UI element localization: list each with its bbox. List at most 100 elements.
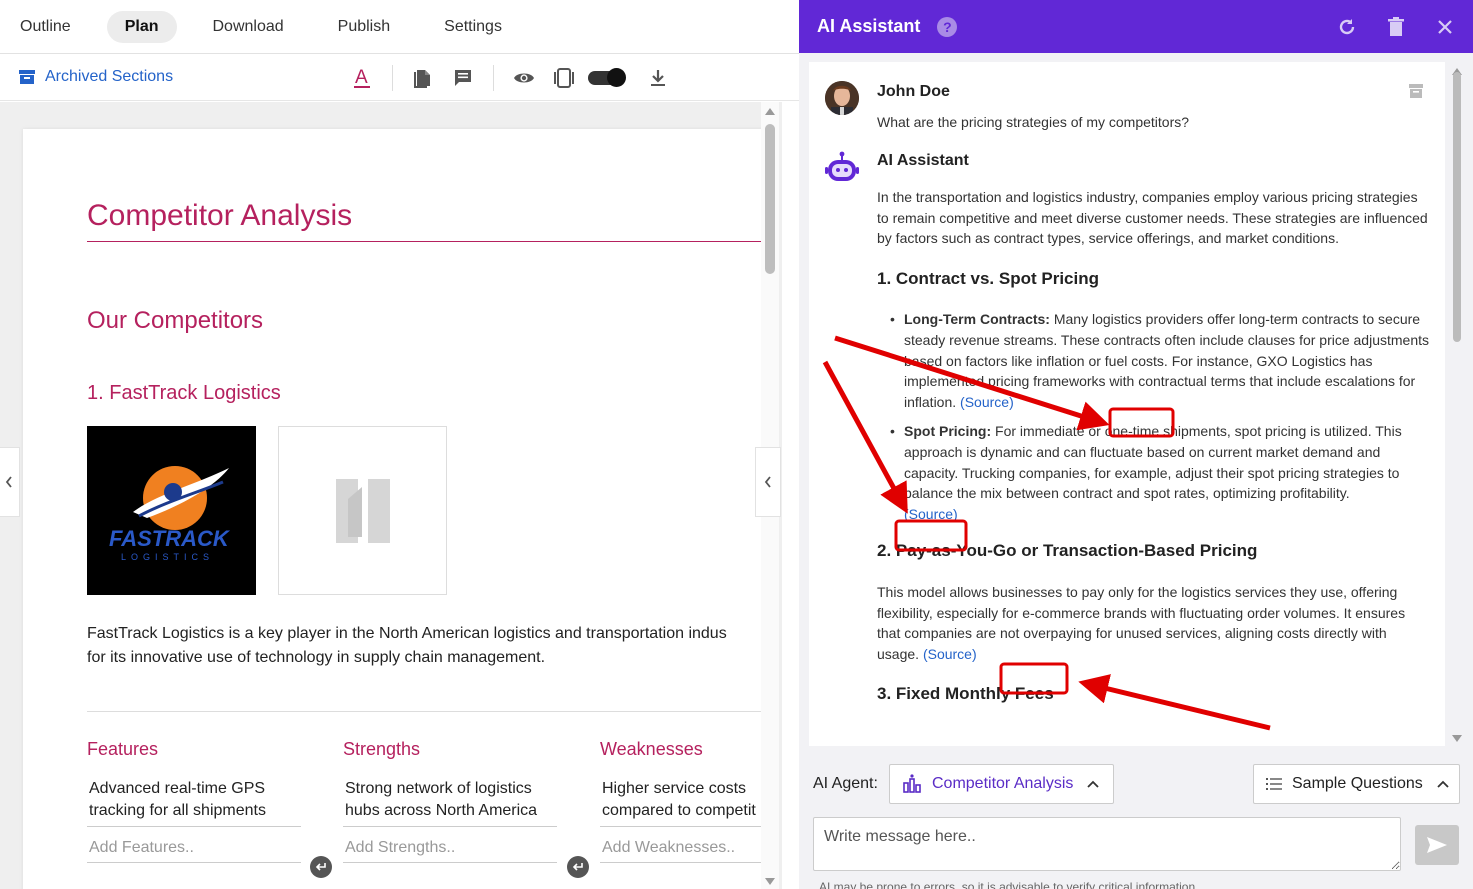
- document-icon[interactable]: [409, 64, 437, 92]
- features-column: Features Advanced real-time GPS tracking…: [87, 739, 301, 863]
- feature-item-line: tracking for all shipments: [89, 802, 266, 819]
- editor-pane: Outline Plan Download Publish Settings A…: [0, 0, 799, 889]
- sample-questions-label: Sample Questions: [1292, 775, 1423, 792]
- editor-toolbar: Archived Sections A: [0, 54, 799, 101]
- delete-icon[interactable]: [1384, 15, 1408, 39]
- chevron-up-icon: [1437, 780, 1449, 788]
- tab-download[interactable]: Download: [195, 11, 302, 43]
- enter-icon: [315, 863, 326, 871]
- page-layout-icon[interactable]: [550, 64, 578, 92]
- assistant-header: AI Assistant ?: [799, 0, 1473, 53]
- tab-plan[interactable]: Plan: [106, 10, 177, 43]
- message-input[interactable]: [813, 817, 1401, 871]
- scroll-down-arrow[interactable]: [765, 878, 775, 885]
- source-link[interactable]: (Source): [904, 506, 958, 522]
- document-workspace: Competitor Analysis Our Competitors 1. F…: [0, 102, 782, 889]
- enter-icon: [572, 863, 583, 871]
- add-features-input[interactable]: Add Features..: [87, 839, 301, 863]
- agent-value: Competitor Analysis: [932, 775, 1074, 792]
- view-toggle[interactable]: [588, 67, 626, 87]
- download-icon[interactable]: [644, 64, 672, 92]
- avatar: [825, 81, 859, 115]
- answer-heading-1: 1. Contract vs. Spot Pricing: [877, 268, 1099, 288]
- strength-item-line: hubs across North America: [345, 802, 538, 819]
- archive-message-icon[interactable]: [1409, 84, 1423, 103]
- user-question: What are the pricing strategies of my co…: [877, 114, 1190, 130]
- features-heading: Features: [87, 739, 159, 759]
- competitor-heading[interactable]: 1. FastTrack Logistics: [87, 382, 281, 405]
- weakness-item-line: compared to competit: [602, 802, 756, 819]
- chevron-up-icon: [1087, 780, 1100, 788]
- answer-intro: In the transportation and logistics indu…: [877, 189, 1428, 247]
- chat-scrollbar[interactable]: [1450, 62, 1464, 746]
- text-color-icon[interactable]: A: [348, 64, 376, 92]
- sample-questions-button[interactable]: Sample Questions: [1253, 764, 1460, 804]
- weakness-item[interactable]: Higher service costs compared to competi…: [600, 778, 773, 827]
- agent-select[interactable]: Competitor Analysis: [889, 764, 1114, 804]
- document-page: Competitor Analysis Our Competitors 1. F…: [23, 129, 773, 889]
- eye-icon[interactable]: [510, 64, 538, 92]
- toolbar-divider: [493, 64, 494, 91]
- archive-icon: [19, 70, 35, 84]
- tab-settings[interactable]: Settings: [426, 11, 520, 43]
- add-feature-button[interactable]: [310, 856, 332, 878]
- chevron-left-icon: [5, 476, 12, 488]
- toolbar-icons: A: [348, 54, 672, 101]
- header-actions: [1310, 0, 1457, 53]
- description-line: for its innovative use of technology in …: [87, 649, 546, 666]
- assistant-answer: In the transportation and logistics indu…: [877, 187, 1432, 725]
- bullet-label: Spot Pricing:: [904, 423, 992, 440]
- comment-icon[interactable]: [449, 64, 477, 92]
- feature-item-line: Advanced real-time GPS: [89, 780, 266, 797]
- image-placeholder-icon: [335, 478, 390, 543]
- section-divider: [87, 711, 761, 712]
- bot-avatar-icon: [825, 151, 859, 188]
- top-nav: Outline Plan Download Publish Settings: [0, 0, 799, 54]
- archived-sections-link[interactable]: Archived Sections: [19, 68, 173, 86]
- page-title[interactable]: Competitor Analysis: [87, 199, 761, 242]
- tab-publish[interactable]: Publish: [320, 11, 408, 43]
- scroll-up-arrow[interactable]: [765, 108, 775, 115]
- agent-icon: [903, 774, 921, 793]
- collapse-assistant-button[interactable]: [755, 447, 781, 517]
- agent-label: AI Agent:: [813, 775, 878, 792]
- section-heading[interactable]: Our Competitors: [87, 307, 263, 335]
- feature-item[interactable]: Advanced real-time GPS tracking for all …: [87, 778, 301, 827]
- chevron-left-icon: [764, 476, 771, 488]
- collapse-left-button[interactable]: [0, 447, 20, 517]
- answer-bullet-list: Long-Term Contracts: Many logistics prov…: [877, 309, 1432, 524]
- scroll-thumb[interactable]: [765, 124, 775, 274]
- source-link[interactable]: (Source): [960, 394, 1014, 410]
- send-icon: [1427, 837, 1447, 853]
- bullet-label: Long-Term Contracts:: [904, 311, 1050, 328]
- logo-text: FASTRACK: [109, 526, 231, 551]
- strength-item-line: Strong network of logistics: [345, 780, 532, 797]
- answer-heading-3: 3. Fixed Monthly Fees: [877, 684, 1054, 704]
- scroll-down-arrow[interactable]: [1452, 735, 1462, 742]
- logo-subtext: LOGISTICS: [121, 552, 214, 562]
- source-link[interactable]: (Source): [923, 646, 977, 662]
- weakness-item-line: Higher service costs: [602, 780, 747, 797]
- archived-sections-label: Archived Sections: [45, 68, 174, 85]
- strengths-column: Strengths Strong network of logistics hu…: [343, 739, 557, 863]
- weaknesses-column: Weaknesses Higher service costs compared…: [600, 739, 773, 863]
- strength-item[interactable]: Strong network of logistics hubs across …: [343, 778, 557, 827]
- add-strength-button[interactable]: [567, 856, 589, 878]
- toolbar-divider: [392, 64, 393, 91]
- assistant-title: AI Assistant: [817, 16, 921, 36]
- add-image-placeholder[interactable]: [278, 426, 447, 595]
- list-item: Long-Term Contracts: Many logistics prov…: [890, 309, 1432, 412]
- answer-paragraph: This model allows businesses to pay only…: [877, 582, 1432, 664]
- disclaimer-text: AI may be prone to errors, so it is advi…: [819, 880, 1199, 889]
- send-button[interactable]: [1415, 825, 1459, 865]
- tab-outline[interactable]: Outline: [2, 11, 89, 43]
- bot-name: AI Assistant: [877, 152, 969, 169]
- close-icon[interactable]: [1433, 15, 1457, 39]
- competitor-description[interactable]: FastTrack Logistics is a key player in t…: [87, 622, 773, 670]
- scroll-thumb[interactable]: [1453, 72, 1461, 342]
- help-icon[interactable]: ?: [937, 16, 958, 37]
- refresh-icon[interactable]: [1335, 15, 1359, 39]
- add-weaknesses-input[interactable]: Add Weaknesses..: [600, 839, 773, 863]
- add-strengths-input[interactable]: Add Strengths..: [343, 839, 557, 863]
- competitor-logo[interactable]: FASTRACK LOGISTICS: [87, 426, 256, 595]
